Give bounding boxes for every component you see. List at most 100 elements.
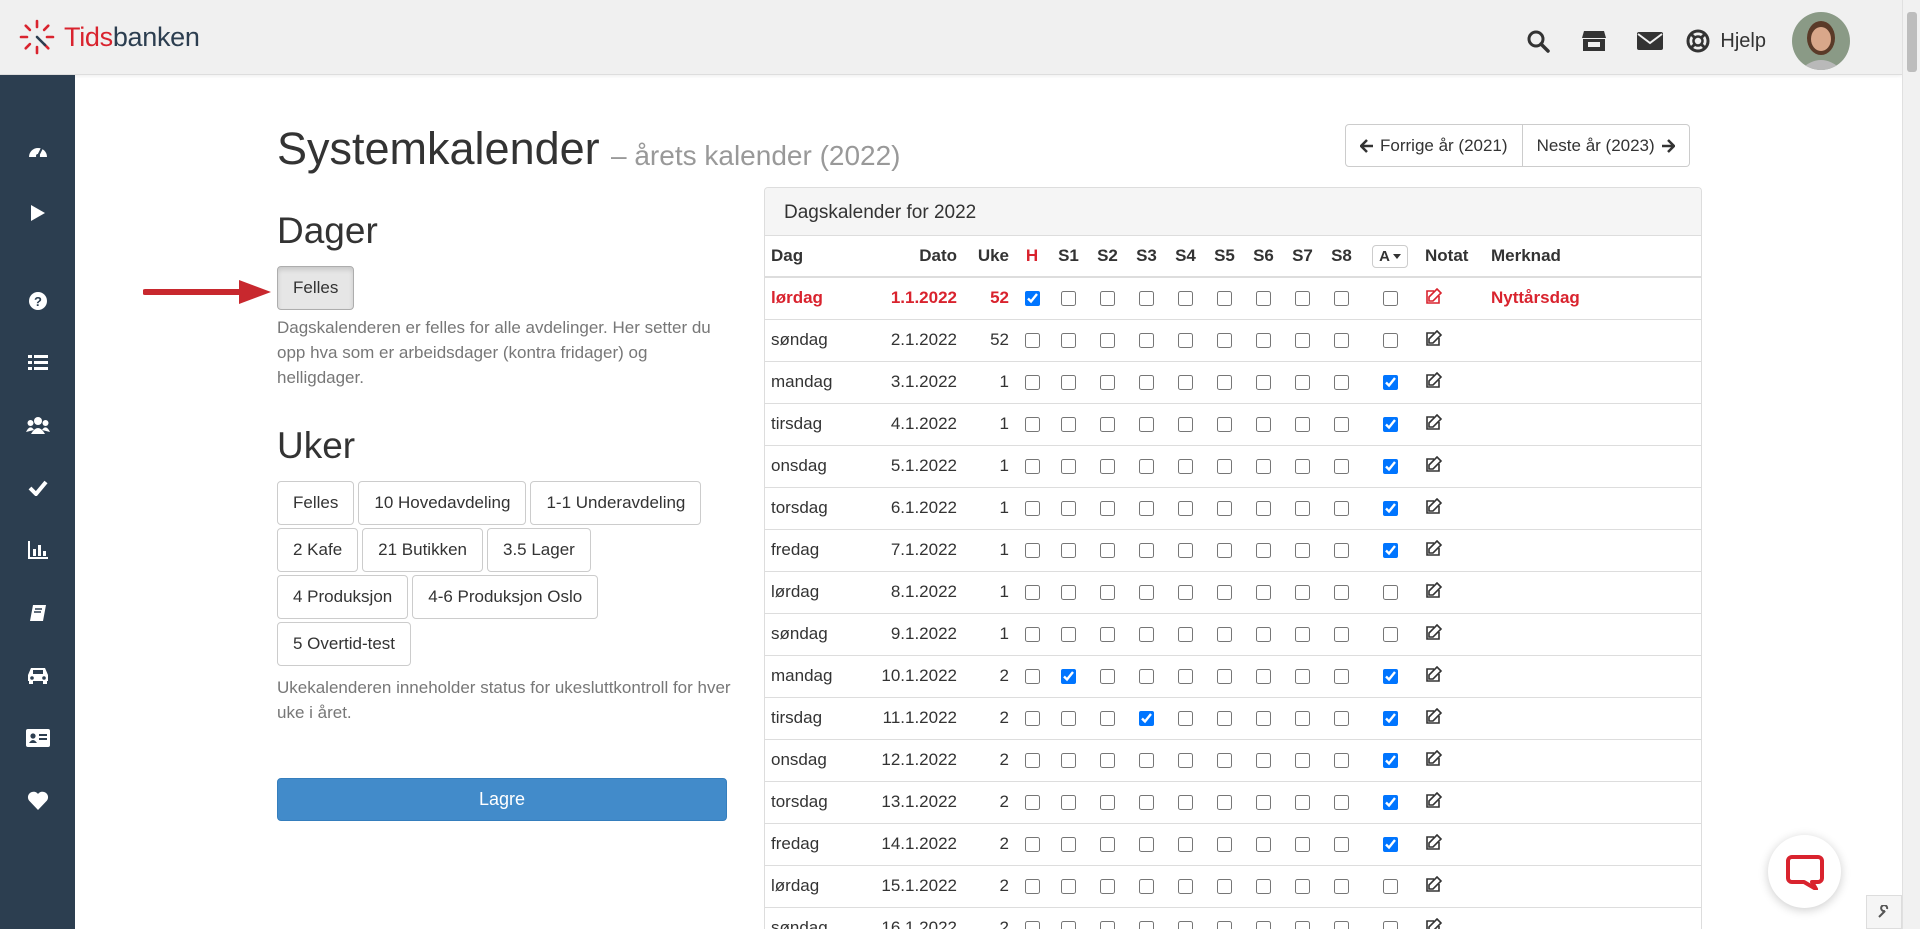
s5-checkbox[interactable]: [1217, 921, 1232, 929]
week-button-21-butikken[interactable]: 21 Butikken: [362, 528, 483, 572]
holiday-checkbox[interactable]: [1024, 837, 1040, 853]
s1-checkbox[interactable]: [1061, 417, 1076, 433]
edit-note-icon[interactable]: [1425, 791, 1443, 808]
s7-checkbox[interactable]: [1295, 459, 1310, 475]
s5-checkbox[interactable]: [1217, 795, 1232, 811]
s3-checkbox[interactable]: [1139, 333, 1154, 349]
holiday-checkbox[interactable]: [1024, 879, 1040, 895]
a-checkbox[interactable]: [1382, 291, 1398, 307]
avatar[interactable]: [1792, 12, 1850, 70]
a-checkbox[interactable]: [1382, 333, 1398, 349]
edit-note-icon[interactable]: [1425, 287, 1443, 304]
s7-checkbox[interactable]: [1295, 921, 1310, 929]
book-icon[interactable]: [0, 593, 75, 633]
s3-checkbox[interactable]: [1139, 837, 1154, 853]
holiday-checkbox[interactable]: [1024, 459, 1040, 475]
s7-checkbox[interactable]: [1295, 879, 1310, 895]
s8-checkbox[interactable]: [1334, 585, 1349, 601]
s8-checkbox[interactable]: [1334, 711, 1349, 727]
question-icon[interactable]: ?: [0, 281, 75, 321]
s4-checkbox[interactable]: [1178, 543, 1193, 559]
s2-checkbox[interactable]: [1100, 375, 1115, 391]
a-checkbox[interactable]: [1382, 879, 1398, 895]
s7-checkbox[interactable]: [1295, 627, 1310, 643]
s6-checkbox[interactable]: [1256, 627, 1271, 643]
s3-checkbox[interactable]: [1139, 417, 1154, 433]
s2-checkbox[interactable]: [1100, 585, 1115, 601]
s3-checkbox[interactable]: [1139, 669, 1154, 685]
s4-checkbox[interactable]: [1178, 501, 1193, 517]
edit-note-icon[interactable]: [1425, 833, 1443, 850]
a-checkbox[interactable]: [1382, 753, 1398, 769]
s1-checkbox[interactable]: [1061, 669, 1076, 685]
s2-checkbox[interactable]: [1100, 753, 1115, 769]
s6-checkbox[interactable]: [1256, 333, 1271, 349]
week-button-10-hovedavdeling[interactable]: 10 Hovedavdeling: [358, 481, 527, 525]
s8-checkbox[interactable]: [1334, 333, 1349, 349]
holiday-checkbox[interactable]: [1024, 543, 1040, 559]
holiday-checkbox[interactable]: [1024, 669, 1040, 685]
s4-checkbox[interactable]: [1178, 417, 1193, 433]
s1-checkbox[interactable]: [1061, 711, 1076, 727]
s2-checkbox[interactable]: [1100, 711, 1115, 727]
s1-checkbox[interactable]: [1061, 291, 1076, 307]
s3-checkbox[interactable]: [1139, 627, 1154, 643]
s2-checkbox[interactable]: [1100, 333, 1115, 349]
s4-checkbox[interactable]: [1178, 627, 1193, 643]
s5-checkbox[interactable]: [1217, 585, 1232, 601]
s5-checkbox[interactable]: [1217, 711, 1232, 727]
s7-checkbox[interactable]: [1295, 795, 1310, 811]
s8-checkbox[interactable]: [1334, 921, 1349, 929]
edit-note-icon[interactable]: [1425, 875, 1443, 892]
week-button-2-kafe[interactable]: 2 Kafe: [277, 528, 359, 572]
s2-checkbox[interactable]: [1100, 543, 1115, 559]
s8-checkbox[interactable]: [1334, 627, 1349, 643]
mail-icon[interactable]: [1622, 16, 1678, 66]
a-checkbox[interactable]: [1382, 921, 1398, 929]
s1-checkbox[interactable]: [1061, 921, 1076, 929]
edit-note-icon[interactable]: [1425, 413, 1443, 430]
week-button-4-produksjon[interactable]: 4 Produksjon: [277, 575, 409, 619]
s4-checkbox[interactable]: [1178, 669, 1193, 685]
s2-checkbox[interactable]: [1100, 921, 1115, 929]
a-checkbox[interactable]: [1382, 459, 1398, 475]
s1-checkbox[interactable]: [1061, 879, 1076, 895]
edit-note-icon[interactable]: [1425, 707, 1443, 724]
s2-checkbox[interactable]: [1100, 795, 1115, 811]
a-checkbox[interactable]: [1382, 585, 1398, 601]
holiday-checkbox[interactable]: [1024, 711, 1040, 727]
s5-checkbox[interactable]: [1217, 543, 1232, 559]
s7-checkbox[interactable]: [1295, 543, 1310, 559]
help-link[interactable]: Hjelp: [1678, 16, 1792, 66]
search-icon[interactable]: [1510, 16, 1566, 66]
s4-checkbox[interactable]: [1178, 795, 1193, 811]
s8-checkbox[interactable]: [1334, 459, 1349, 475]
edit-note-icon[interactable]: [1425, 917, 1443, 929]
s1-checkbox[interactable]: [1061, 837, 1076, 853]
s6-checkbox[interactable]: [1256, 375, 1271, 391]
edit-note-icon[interactable]: [1425, 371, 1443, 388]
s7-checkbox[interactable]: [1295, 417, 1310, 433]
edit-note-icon[interactable]: [1425, 623, 1443, 640]
users-icon[interactable]: [0, 405, 75, 445]
s2-checkbox[interactable]: [1100, 501, 1115, 517]
s7-checkbox[interactable]: [1295, 585, 1310, 601]
car-icon[interactable]: [0, 655, 75, 695]
week-button-3-5-lager[interactable]: 3.5 Lager: [487, 528, 591, 572]
s8-checkbox[interactable]: [1334, 543, 1349, 559]
s8-checkbox[interactable]: [1334, 501, 1349, 517]
s3-checkbox[interactable]: [1139, 879, 1154, 895]
s1-checkbox[interactable]: [1061, 627, 1076, 643]
holiday-checkbox[interactable]: [1024, 627, 1040, 643]
week-button-felles[interactable]: Felles: [277, 481, 355, 525]
holiday-checkbox[interactable]: [1024, 417, 1040, 433]
s2-checkbox[interactable]: [1100, 459, 1115, 475]
week-button-5-overtid-test[interactable]: 5 Overtid-test: [277, 622, 412, 666]
holiday-checkbox[interactable]: [1024, 291, 1040, 307]
holiday-checkbox[interactable]: [1024, 375, 1040, 391]
s8-checkbox[interactable]: [1334, 753, 1349, 769]
days-felles-button[interactable]: Felles: [277, 266, 355, 310]
s1-checkbox[interactable]: [1061, 543, 1076, 559]
s7-checkbox[interactable]: [1295, 291, 1310, 307]
a-checkbox[interactable]: [1382, 711, 1398, 727]
